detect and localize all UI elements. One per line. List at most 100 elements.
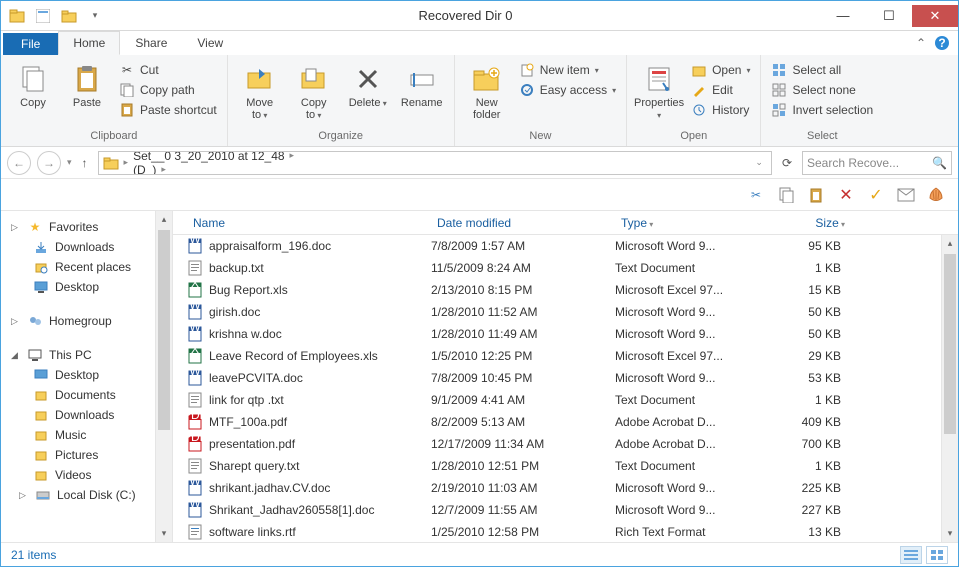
file-row[interactable]: Wappraisalform_196.doc7/8/2009 1:57 AMMi… (173, 235, 958, 257)
recent-locations-button[interactable]: ▾ (67, 157, 72, 168)
col-type[interactable]: Type (615, 216, 741, 230)
cut-button[interactable]: ✂Cut (117, 61, 219, 79)
file-row[interactable]: Wkrishna w.doc1/28/2010 11:49 AMMicrosof… (173, 323, 958, 345)
tool-cut-icon[interactable]: ✂ (746, 185, 766, 205)
file-row[interactable]: WleavePCVITA.doc7/8/2009 10:45 PMMicroso… (173, 367, 958, 389)
homegroup-header[interactable]: ▷Homegroup (1, 311, 172, 331)
share-tab[interactable]: Share (120, 31, 182, 55)
details-view-button[interactable] (900, 546, 922, 564)
file-icon: W (187, 370, 203, 386)
sidebar-item-recent-places[interactable]: Recent places (1, 257, 172, 277)
address-dropdown-icon[interactable]: ⌄ (751, 157, 767, 168)
sidebar-item-local-disk-c-[interactable]: ▷Local Disk (C:) (1, 485, 172, 505)
sidebar-item-pictures[interactable]: Pictures (1, 445, 172, 465)
rename-button[interactable]: Rename (398, 59, 446, 109)
file-row[interactable]: backup.txt11/5/2009 8:24 AMText Document… (173, 257, 958, 279)
file-row[interactable]: Sharept query.txt1/28/2010 12:51 PMText … (173, 455, 958, 477)
favorites-header[interactable]: ▷★Favorites (1, 217, 172, 237)
tool-delete-icon[interactable]: ✕ (836, 185, 856, 205)
svg-text:PDF: PDF (187, 414, 203, 422)
properties-button[interactable]: Properties (635, 59, 683, 121)
file-row[interactable]: Wshrikant.jadhav.CV.doc2/19/2010 11:03 A… (173, 477, 958, 499)
files-scrollbar[interactable]: ▴ ▾ (941, 235, 958, 542)
sidebar-item-downloads[interactable]: Downloads (1, 237, 172, 257)
qat-properties-icon[interactable] (33, 6, 53, 26)
file-row[interactable]: software links.rtf1/25/2010 12:58 PMRich… (173, 521, 958, 542)
copy-path-button[interactable]: Copy path (117, 81, 219, 99)
icons-view-button[interactable] (926, 546, 948, 564)
edit-button[interactable]: Edit (689, 81, 752, 99)
file-row[interactable]: link for qtp .txt9/1/2009 4:41 AMText Do… (173, 389, 958, 411)
file-size: 1 KB (741, 261, 841, 275)
up-button[interactable]: ↑ (78, 156, 92, 170)
nav-icon (33, 447, 49, 463)
sidebar-item-downloads[interactable]: Downloads (1, 405, 172, 425)
file-type: Microsoft Excel 97... (615, 349, 741, 363)
easy-access-button[interactable]: Easy access (517, 81, 618, 99)
file-row[interactable]: PDFpresentation.pdf12/17/2009 11:34 AMAd… (173, 433, 958, 455)
copy-button[interactable]: Copy (9, 59, 57, 109)
sidebar-item-desktop[interactable]: Desktop (1, 365, 172, 385)
search-input[interactable]: Search Recove... 🔍 (802, 151, 952, 175)
file-date: 2/13/2010 8:15 PM (431, 283, 615, 297)
tool-check-icon[interactable]: ✓ (866, 185, 886, 205)
open-button[interactable]: Open (689, 61, 752, 79)
svg-text:W: W (189, 502, 201, 510)
paste-shortcut-button[interactable]: Paste shortcut (117, 101, 219, 119)
forward-button[interactable]: → (37, 151, 61, 175)
select-none-button[interactable]: Select none (769, 81, 875, 99)
thispc-header[interactable]: ◢This PC (1, 345, 172, 365)
new-item-icon (519, 62, 535, 78)
qat-newfolder-icon[interactable] (59, 6, 79, 26)
col-date[interactable]: Date modified (431, 216, 615, 230)
refresh-button[interactable]: ⟳ (778, 156, 796, 170)
file-icon: W (187, 480, 203, 496)
sidebar-item-desktop[interactable]: Desktop (1, 277, 172, 297)
svg-text:X: X (191, 348, 199, 356)
breadcrumb[interactable]: Set__0 3_20_2010 at 12_48▸ (133, 151, 297, 163)
file-icon: X (187, 282, 203, 298)
close-button[interactable]: ✕ (912, 5, 958, 27)
tool-paste-icon[interactable] (806, 185, 826, 205)
view-tab[interactable]: View (182, 31, 238, 55)
invert-selection-button[interactable]: Invert selection (769, 101, 875, 119)
file-date: 12/17/2009 11:34 AM (431, 437, 615, 451)
select-all-button[interactable]: Select all (769, 61, 875, 79)
minimize-button[interactable]: — (820, 5, 866, 27)
delete-button[interactable]: Delete (344, 59, 392, 109)
home-tab[interactable]: Home (58, 31, 120, 55)
col-size[interactable]: Size (741, 216, 851, 230)
file-row[interactable]: WShrikant_Jadhav260558[1].doc12/7/2009 1… (173, 499, 958, 521)
move-to-button[interactable]: Move to (236, 59, 284, 121)
file-row[interactable]: XBug Report.xls2/13/2010 8:15 PMMicrosof… (173, 279, 958, 301)
nav-icon (33, 239, 49, 255)
copy-to-button[interactable]: Copy to (290, 59, 338, 121)
history-button[interactable]: History (689, 101, 752, 119)
file-date: 7/8/2009 10:45 PM (431, 371, 615, 385)
new-folder-button[interactable]: New folder (463, 59, 511, 121)
new-item-button[interactable]: New item (517, 61, 618, 79)
nav-scrollbar[interactable]: ▴ ▾ (155, 211, 172, 542)
back-button[interactable]: ← (7, 151, 31, 175)
sidebar-item-documents[interactable]: Documents (1, 385, 172, 405)
tool-mail-icon[interactable] (896, 185, 916, 205)
file-row[interactable]: PDFMTF_100a.pdf8/2/2009 5:13 AMAdobe Acr… (173, 411, 958, 433)
tool-shell-icon[interactable] (926, 185, 946, 205)
breadcrumb[interactable]: (D_)▸ (133, 163, 297, 175)
sidebar-item-videos[interactable]: Videos (1, 465, 172, 485)
maximize-button[interactable]: ☐ (866, 5, 912, 27)
file-tab[interactable]: File (3, 33, 58, 55)
file-icon: W (187, 304, 203, 320)
file-row[interactable]: XLeave Record of Employees.xls1/5/2010 1… (173, 345, 958, 367)
col-name[interactable]: Name (187, 216, 431, 230)
file-row[interactable]: Wgirish.doc1/28/2010 11:52 AMMicrosoft W… (173, 301, 958, 323)
paste-button[interactable]: Paste (63, 59, 111, 109)
qat-dropdown-icon[interactable]: ▾ (85, 6, 105, 26)
address-bar[interactable]: ▸ 12_15_2014 5_01_21 PM▸Set__0 3_20_2010… (98, 151, 772, 175)
cut-icon: ✂ (119, 62, 135, 78)
minimize-ribbon-icon[interactable]: ⌃ (916, 36, 926, 50)
help-icon[interactable]: ? (934, 35, 950, 51)
sidebar-item-music[interactable]: Music (1, 425, 172, 445)
svg-text:X: X (191, 282, 199, 290)
tool-copy-icon[interactable] (776, 185, 796, 205)
